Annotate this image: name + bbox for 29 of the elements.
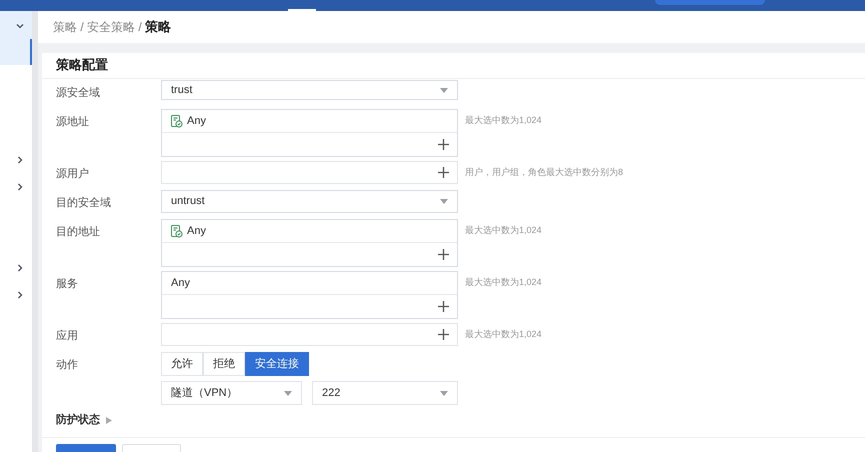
hint-text: 最大选中数为1,024 (465, 114, 542, 127)
multi-select-field[interactable]: Any (161, 219, 458, 267)
hint-text: 最大选中数为1,024 (465, 276, 542, 289)
field-label: 源安全域 (56, 87, 100, 99)
multi-select-field[interactable]: Any (161, 109, 458, 157)
field-label: 目的安全域 (56, 197, 111, 209)
card-title: 策略配置 (56, 56, 108, 74)
field-label: 目的地址 (56, 226, 100, 238)
hint-text: 最大选中数为1,024 (465, 328, 542, 341)
field-label: 应用 (56, 330, 78, 342)
breadcrumb: 策略 / 安全策略 / 策略 (53, 18, 172, 36)
select-field[interactable]: 222 (312, 381, 458, 405)
action-option[interactable]: 安全连接 (245, 352, 309, 376)
field-label: 动作 (56, 359, 78, 371)
selected-item: Any (171, 276, 190, 291)
select-field[interactable]: untrust (161, 190, 458, 213)
hint-text: 最大选中数为1,024 (465, 224, 542, 237)
field-label: 服务 (56, 278, 78, 290)
field-label: 源地址 (56, 116, 89, 128)
action-option[interactable]: 允许 (161, 352, 203, 376)
selected-item: Any (187, 114, 206, 129)
hint-text: 用户，用户组，角色最大选中数分别为8 (465, 166, 624, 179)
select-field[interactable]: trust (161, 80, 458, 100)
selected-item: Any (187, 224, 206, 239)
field-label: 源用户 (56, 168, 89, 180)
action-option[interactable]: 拒绝 (203, 352, 245, 376)
multi-select-field[interactable]: Any (161, 271, 458, 319)
section-toggle[interactable]: 防护状态 (56, 412, 112, 428)
select-field[interactable]: 隧道（VPN） (161, 381, 302, 405)
